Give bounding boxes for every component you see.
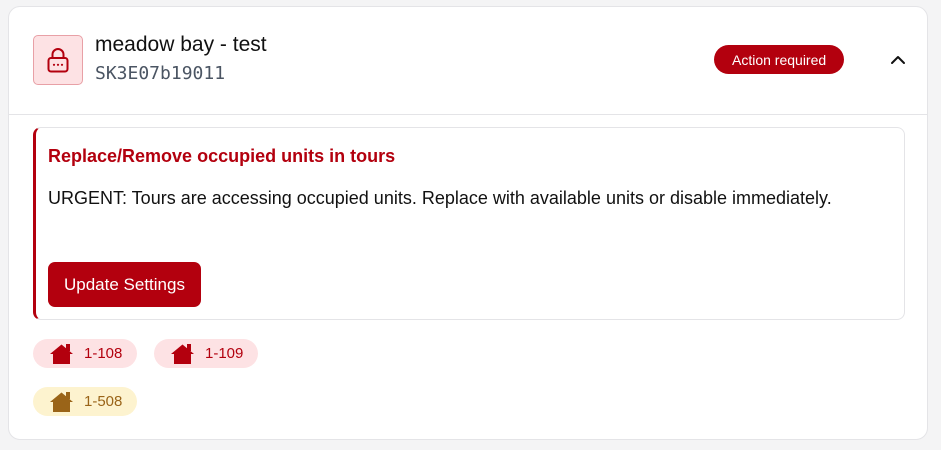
site-code: SK3E07b19011 [95, 63, 226, 84]
lock-icon [33, 35, 83, 85]
unit-label: 1-508 [84, 393, 123, 410]
alert-title: Replace/Remove occupied units in tours [48, 146, 396, 166]
unit-label: 1-109 [205, 345, 244, 362]
house-icon [170, 343, 195, 365]
card-header[interactable]: meadow bay - test SK3E07b19011 Action re… [9, 7, 927, 115]
unit-chip[interactable]: 1-109 [154, 339, 259, 368]
alert-message: URGENT: Tours are accessing occupied uni… [48, 188, 832, 208]
unit-chip[interactable]: 1-508 [33, 387, 138, 416]
unit-label: 1-108 [84, 345, 123, 362]
unit-chip[interactable]: 1-108 [33, 339, 138, 368]
status-badge: Action required [714, 45, 845, 74]
house-icon [49, 391, 74, 413]
site-name: meadow bay - test [95, 33, 267, 56]
house-icon [49, 343, 74, 365]
alert-panel: Replace/Remove occupied units in tours U… [33, 127, 905, 320]
update-settings-button[interactable]: Update Settings [48, 262, 201, 307]
chevron-up-icon[interactable] [885, 47, 911, 73]
site-card: meadow bay - test SK3E07b19011 Action re… [8, 6, 928, 440]
